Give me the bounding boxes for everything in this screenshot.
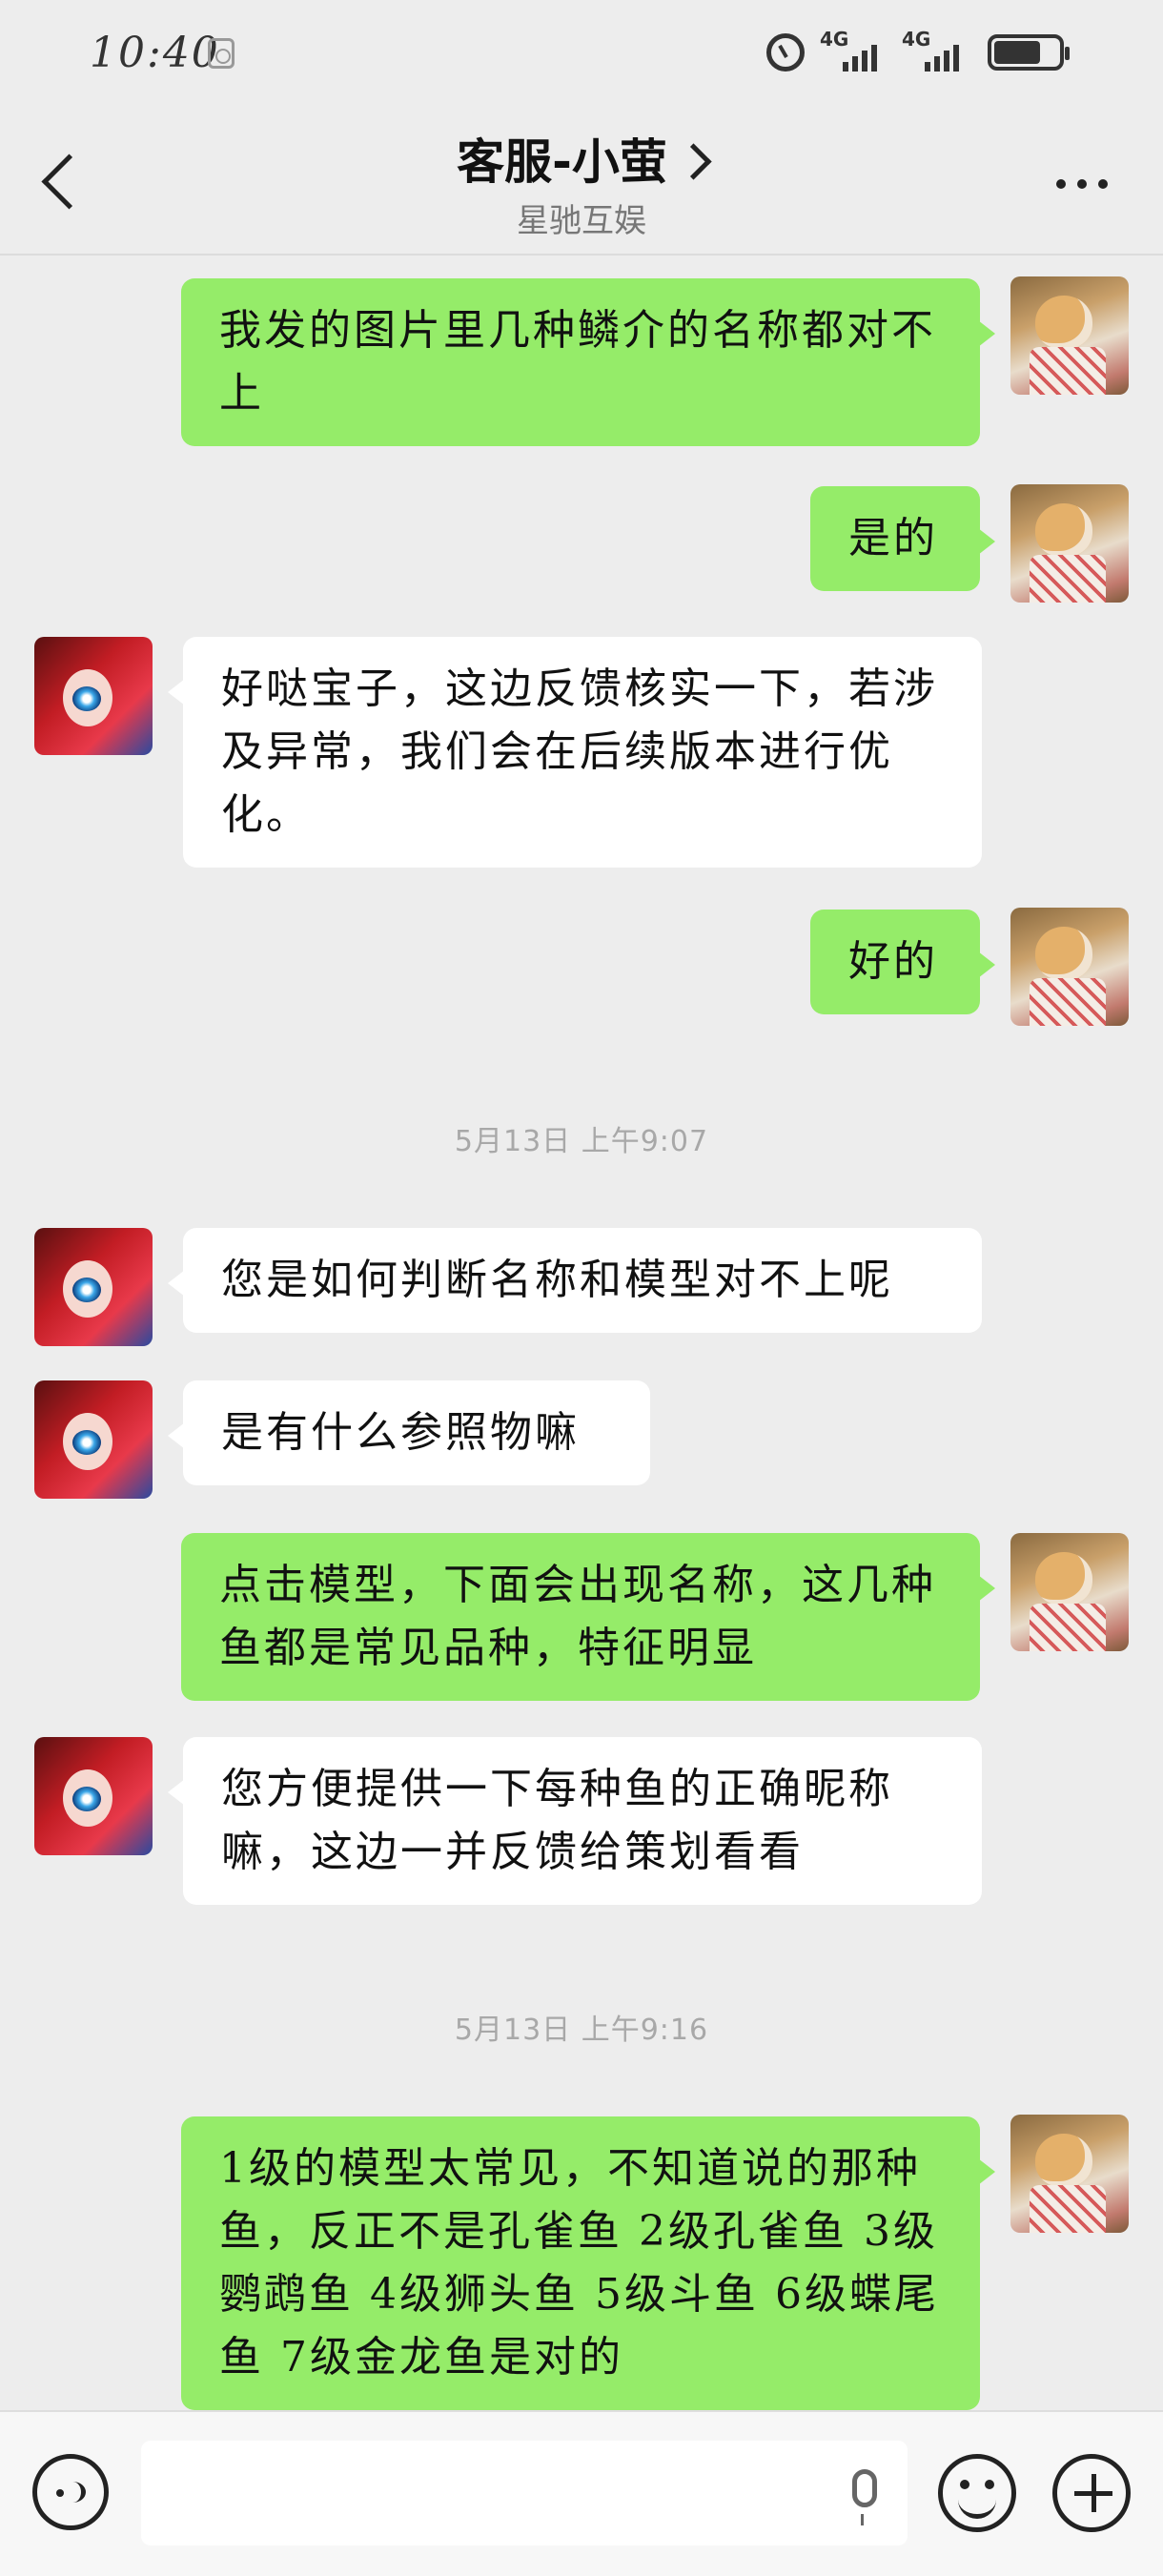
more-icon[interactable]	[1056, 179, 1108, 189]
chevron-right-icon[interactable]	[675, 143, 712, 180]
message-input[interactable]	[141, 2441, 908, 2545]
message-bubble[interactable]: 您是如何判断名称和模型对不上呢	[168, 1228, 982, 1333]
agent-avatar[interactable]	[34, 1380, 153, 1499]
signal-icon: 4G	[902, 28, 969, 75]
message-bubble[interactable]: 1级的模型太常见，不知道说的那种鱼，反正不是孔雀鱼 2级孔雀鱼 3级鹦鹉鱼 4级…	[181, 2116, 995, 2410]
message-bubble[interactable]: 好的	[810, 910, 995, 1014]
signal-icon: 4G	[820, 28, 887, 75]
message-bubble[interactable]: 您方便提供一下每种鱼的正确昵称嘛，这边一并反馈给策划看看	[168, 1737, 982, 1905]
agent-avatar[interactable]	[34, 1737, 153, 1855]
status-bar: 10:40 4G 4G	[0, 0, 1163, 112]
timestamp: 5月13日 上午9:07	[454, 1125, 709, 1158]
message-bubble[interactable]: 好哒宝子，这边反馈核实一下，若涉及异常，我们会在后续版本进行优化。	[168, 637, 982, 868]
message-bubble[interactable]: 是有什么参照物嘛	[168, 1380, 650, 1485]
my-avatar[interactable]	[1010, 2115, 1129, 2233]
my-avatar[interactable]	[1010, 484, 1129, 603]
agent-avatar[interactable]	[34, 1228, 153, 1346]
my-avatar[interactable]	[1010, 1533, 1129, 1651]
status-time: 10:40	[90, 29, 220, 77]
status-icons: 4G 4G	[766, 28, 1070, 76]
chat-header: 客服-小萤 星驰互娱	[0, 112, 1163, 256]
microphone-icon[interactable]	[852, 2469, 877, 2525]
message-bubble[interactable]: 我发的图片里几种鳞介的名称都对不上	[181, 278, 995, 446]
my-avatar[interactable]	[1010, 276, 1129, 395]
timestamp: 5月13日 上午9:16	[454, 2014, 709, 2047]
chat-area[interactable]: 我发的图片里几种鳞介的名称都对不上 是的 好哒宝子，这边反馈核实一下，若涉及异常…	[0, 256, 1163, 2410]
message-bubble[interactable]: 点击模型，下面会出现名称，这几种鱼都是常见品种，特征明显	[181, 1533, 995, 1701]
battery-icon	[988, 34, 1070, 71]
my-avatar[interactable]	[1010, 908, 1129, 1026]
chat-title-row[interactable]: 客服-小萤	[0, 124, 1163, 193]
chat-title[interactable]: 客服-小萤	[457, 134, 667, 190]
plus-icon[interactable]	[1052, 2454, 1131, 2532]
voice-icon[interactable]	[32, 2454, 109, 2530]
emoji-icon[interactable]	[938, 2454, 1016, 2532]
message-bubble[interactable]: 是的	[810, 486, 995, 591]
chat-subtitle: 星驰互娱	[517, 202, 646, 240]
notification-icon	[208, 38, 235, 69]
alarm-icon	[766, 33, 805, 72]
agent-avatar[interactable]	[34, 637, 153, 755]
input-bar	[0, 2410, 1163, 2576]
